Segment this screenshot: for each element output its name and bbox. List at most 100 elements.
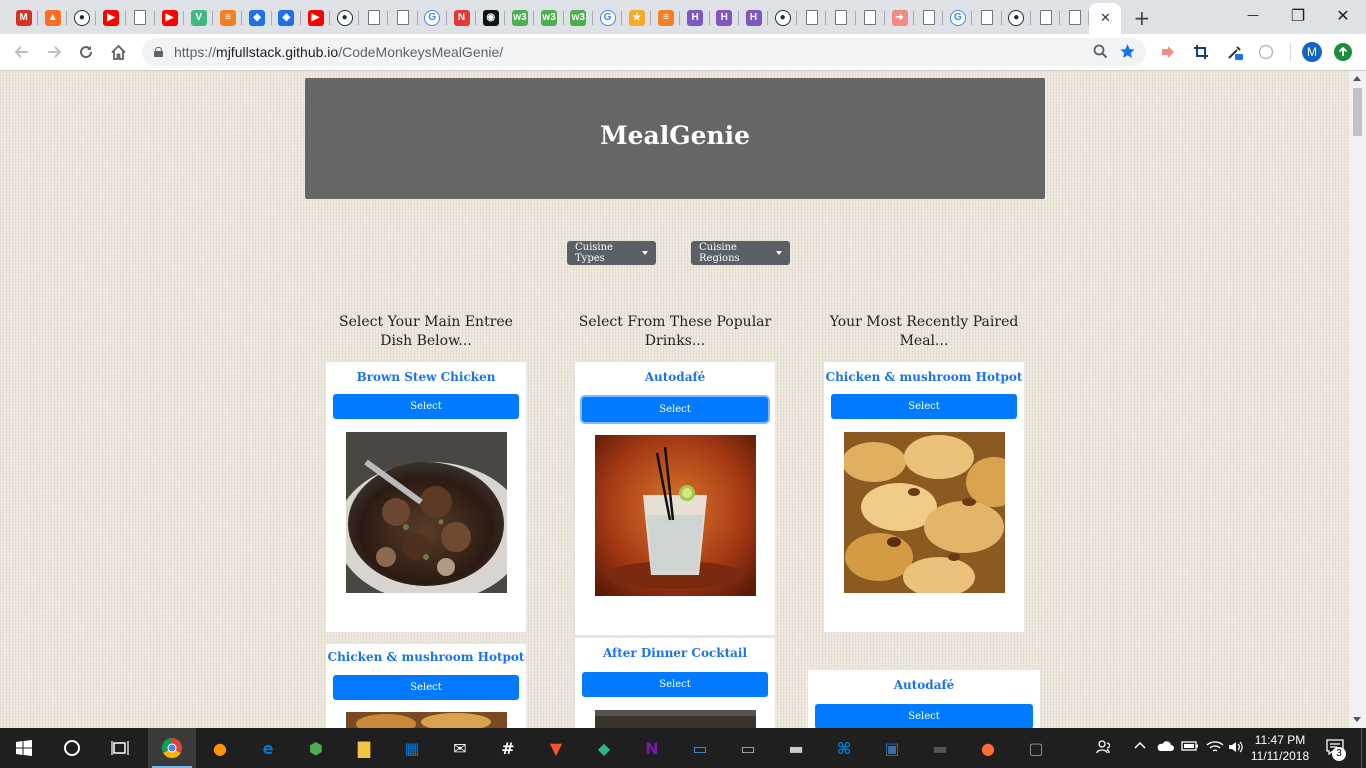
show-desktop-button[interactable] <box>1361 728 1366 768</box>
minimize-button[interactable]: — <box>1230 0 1276 30</box>
browser-tab[interactable]: ▶ <box>155 3 184 32</box>
browser-tab[interactable]: ▶ <box>301 3 330 32</box>
browser-tab[interactable]: ◆ <box>243 3 272 32</box>
browser-tab[interactable]: w3 <box>535 3 564 32</box>
taskbar-app[interactable]: ⌘ <box>820 728 868 768</box>
browser-tab[interactable] <box>827 3 856 32</box>
browser-tab[interactable]: H <box>739 3 768 32</box>
taskbar-app[interactable]: ● <box>196 728 244 768</box>
select-entree-button[interactable]: Select <box>333 394 519 419</box>
action-center-button[interactable]: 3 <box>1322 739 1348 761</box>
taskbar-app[interactable]: ▢ <box>1012 728 1060 768</box>
restore-button[interactable]: ❐ <box>1275 0 1321 30</box>
new-tab-button[interactable]: + <box>1127 3 1156 32</box>
browser-tab[interactable]: G <box>593 3 622 32</box>
extension-eyedropper-icon[interactable] <box>1225 42 1245 62</box>
taskbar-app[interactable]: N <box>628 728 676 768</box>
browser-tab[interactable] <box>359 3 389 32</box>
browser-tab[interactable]: ≡ <box>213 3 243 32</box>
browser-tab[interactable] <box>126 3 155 32</box>
browser-tab[interactable]: ◆ <box>272 3 301 32</box>
people-icon[interactable] <box>1094 739 1114 758</box>
update-indicator-icon[interactable] <box>1334 43 1352 61</box>
taskbar-app[interactable]: e <box>244 728 292 768</box>
browser-tab[interactable]: N <box>447 3 476 32</box>
home-button[interactable] <box>104 38 132 66</box>
address-bar[interactable]: https://mjfullstack.github.io/CodeMonkey… <box>142 38 1146 66</box>
profile-avatar[interactable]: M <box>1302 42 1322 62</box>
close-tab-icon[interactable]: ✕ <box>1100 11 1111 26</box>
browser-tab[interactable]: ★ <box>622 3 652 32</box>
browser-tab[interactable] <box>856 3 885 32</box>
search-icon[interactable] <box>1093 44 1108 62</box>
reload-button[interactable] <box>72 38 100 66</box>
browser-tab[interactable]: H <box>681 3 710 32</box>
wifi-icon[interactable] <box>1205 740 1225 757</box>
clock-time[interactable]: 11:47 PM <box>1248 733 1312 747</box>
extension-circle-icon[interactable] <box>1256 42 1276 62</box>
taskbar-app[interactable]: ◆ <box>580 728 628 768</box>
taskbar-app[interactable]: ✉ <box>436 728 484 768</box>
browser-tab[interactable]: ➜ <box>885 3 914 32</box>
scroll-up-arrow-icon[interactable] <box>1353 76 1361 81</box>
taskbar-app[interactable]: ▭ <box>676 728 724 768</box>
search-button[interactable] <box>48 728 96 768</box>
taskbar-app[interactable]: ▼ <box>532 728 580 768</box>
select-drink-button[interactable]: Select <box>582 397 768 422</box>
select-recent-meal-button[interactable]: Select <box>815 704 1033 728</box>
browser-tab[interactable]: ● <box>67 3 97 32</box>
close-window-button[interactable]: ✕ <box>1320 0 1366 30</box>
taskbar-app[interactable] <box>148 728 196 768</box>
browser-tab[interactable]: w3 <box>505 3 535 32</box>
bookmark-star-icon[interactable] <box>1119 43 1136 63</box>
browser-tab[interactable]: w3 <box>564 3 593 32</box>
taskbar-app[interactable]: ▇ <box>340 728 388 768</box>
taskbar-app[interactable]: ▭ <box>724 728 772 768</box>
volume-icon[interactable] <box>1227 740 1245 757</box>
browser-tab[interactable]: H <box>710 3 739 32</box>
taskbar-app[interactable]: # <box>484 728 532 768</box>
task-view-button[interactable] <box>96 728 144 768</box>
url-text[interactable]: https://mjfullstack.github.io/CodeMonkey… <box>174 44 503 60</box>
taskbar-app[interactable]: ▬ <box>772 728 820 768</box>
battery-icon[interactable] <box>1180 740 1200 755</box>
chevron-up-icon[interactable] <box>1131 740 1149 755</box>
browser-tab[interactable] <box>1031 3 1060 32</box>
browser-tab[interactable]: G <box>418 3 447 32</box>
browser-tab[interactable] <box>389 3 418 32</box>
browser-tab[interactable]: G <box>943 3 973 32</box>
browser-tab[interactable] <box>797 3 827 32</box>
forward-button[interactable] <box>40 38 68 66</box>
select-recent-meal-button[interactable]: Select <box>831 394 1017 419</box>
browser-tab[interactable]: ▶ <box>97 3 126 32</box>
browser-tab[interactable]: ≡ <box>651 3 681 32</box>
active-tab[interactable]: ✕ <box>1089 3 1122 34</box>
browser-tab[interactable] <box>973 3 1002 32</box>
browser-tab[interactable]: ● <box>330 3 360 32</box>
page-scrollbar[interactable] <box>1349 71 1366 728</box>
taskbar-app[interactable]: ▣ <box>868 728 916 768</box>
browser-tab[interactable]: ● <box>768 3 798 32</box>
scroll-down-arrow-icon[interactable] <box>1353 717 1361 722</box>
taskbar-app[interactable]: ▬ <box>916 728 964 768</box>
browser-tab[interactable]: M <box>9 3 38 32</box>
clock-date[interactable]: 11/11/2018 <box>1248 749 1312 763</box>
browser-tab[interactable] <box>1060 3 1090 32</box>
browser-tab[interactable]: ◉ <box>476 3 506 32</box>
onedrive-cloud-icon[interactable] <box>1155 740 1175 755</box>
start-button[interactable] <box>0 728 48 768</box>
back-button[interactable] <box>8 38 36 66</box>
browser-tab[interactable]: ▲ <box>38 3 68 32</box>
browser-tab[interactable]: V <box>184 3 214 32</box>
extension-arrow-icon[interactable] <box>1158 42 1178 62</box>
scrollbar-thumb[interactable] <box>1353 88 1362 136</box>
cuisine-types-dropdown[interactable]: Cuisine Types <box>567 241 656 265</box>
browser-tab[interactable] <box>914 3 944 32</box>
taskbar-app[interactable]: ⬢ <box>292 728 340 768</box>
browser-tab[interactable]: ● <box>1002 3 1031 32</box>
taskbar-app[interactable]: ● <box>964 728 1012 768</box>
select-drink-button[interactable]: Select <box>582 672 768 697</box>
taskbar-app[interactable]: ▦ <box>388 728 436 768</box>
extension-crop-icon[interactable] <box>1191 42 1211 62</box>
cuisine-regions-dropdown[interactable]: Cuisine Regions <box>691 241 790 265</box>
